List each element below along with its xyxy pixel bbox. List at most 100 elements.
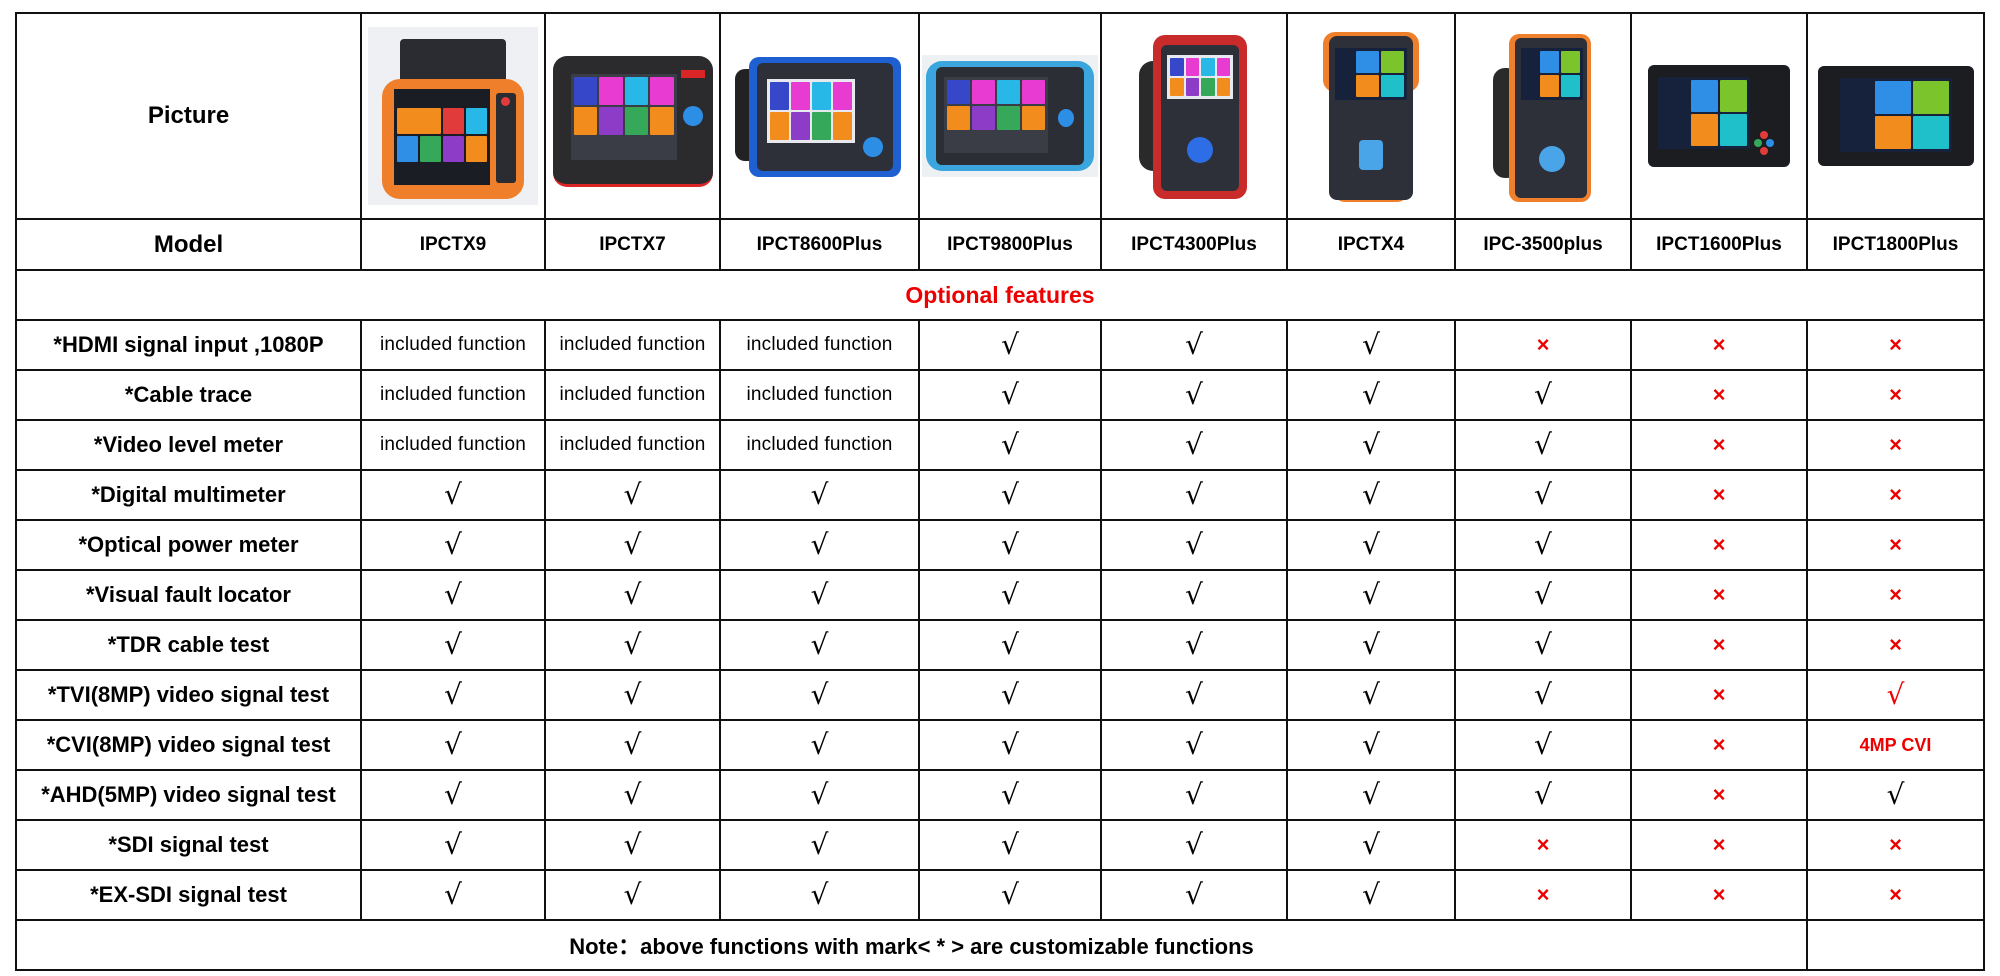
check-icon: √ [1362,428,1380,461]
feature-value-text: included function [379,334,526,355]
cross-icon: × [1712,532,1726,557]
unsupported-cell: × [1806,519,1985,571]
model-name: IPCT4300Plus [1100,218,1288,271]
supported-cell: √ [1100,519,1288,571]
supported-cell: √ [1100,869,1288,921]
picture-cell-ipctx4 [1286,12,1456,220]
supported-cell: √ [1454,419,1632,471]
check-icon: √ [623,478,642,511]
check-icon: √ [1185,628,1203,661]
feature-label: *Digital multimeter [15,469,362,521]
model-name: IPCTX9 [360,218,546,271]
picture-cell-ipct8600plus [719,12,920,220]
supported-cell: √ [1806,769,1985,821]
feature-row: *TDR cable test √ √ √ √ √ √ √ × × [15,619,1985,671]
supported-cell: √ [544,819,721,871]
supported-cell: √ [1286,769,1456,821]
unsupported-cell: × [1806,819,1985,871]
supported-cell: √ [1100,819,1288,871]
check-icon: √ [1001,478,1019,511]
feature-value-text: included function [379,384,526,405]
supported-cell: √ [918,819,1102,871]
check-icon: √ [444,528,462,561]
feature-label: *SDI signal test [15,819,362,871]
feature-label: *AHD(5MP) video signal test [15,769,362,821]
unsupported-cell: × [1630,519,1808,571]
check-icon: √ [810,878,829,911]
supported-cell: √ [918,569,1102,621]
check-icon: √ [1362,378,1380,411]
supported-cell: √ [918,419,1102,471]
supported-cell: √ [1100,769,1288,821]
check-icon: √ [1185,728,1203,761]
supported-cell: √ [544,769,721,821]
check-icon: √ [623,778,642,811]
device-ipctx9-image [368,27,538,205]
feature-label: *Cable trace [15,369,362,421]
check-icon: √ [444,828,462,861]
supported-cell: √ [1100,669,1288,721]
check-icon: √ [623,728,642,761]
supported-cell: √ [1454,369,1632,421]
check-icon: √ [1362,328,1380,361]
check-icon: √ [810,828,829,861]
supported-cell: √ [1100,569,1288,621]
text-cell: included function [544,419,721,471]
feature-value-text: 4MP CVI [1859,734,1932,755]
device-ipctx7-image [552,46,713,187]
picture-cell-ipc3500plus [1454,12,1632,220]
unsupported-cell: × [1630,869,1808,921]
check-icon: √ [1001,378,1019,411]
unsupported-cell: × [1454,319,1632,371]
feature-label: *HDMI signal input ,1080P [15,319,362,371]
supported-cell: √ [1454,769,1632,821]
supported-cell: √ [360,819,546,871]
supported-cell: √ [1286,569,1456,621]
model-name: IPCTX4 [1286,218,1456,271]
cross-icon: × [1889,582,1902,607]
unsupported-cell: × [1630,819,1808,871]
feature-row: *SDI signal test √ √ √ √ √ √ × × × [15,819,1985,871]
check-icon: √ [1534,728,1552,761]
check-icon: √ [623,678,642,711]
cross-icon: × [1536,882,1550,907]
device-ipc3500plus-image [1493,28,1593,204]
unsupported-cell: × [1806,419,1985,471]
device-ipct1800plus-image [1817,64,1974,168]
check-icon: √ [810,478,829,511]
supported-cell: √ [1286,869,1456,921]
check-icon: √ [1185,478,1203,511]
supported-cell: √ [1286,469,1456,521]
check-icon: √ [444,728,462,761]
supported-cell: √ [719,619,920,671]
check-icon: √ [1362,628,1380,661]
supported-cell: √ [719,669,920,721]
check-icon: √ [810,728,829,761]
device-ipctx4-image [1323,28,1419,204]
check-icon: √ [1534,578,1552,611]
check-icon: √ [1001,428,1019,461]
feature-label: *TVI(8MP) video signal test [15,669,362,721]
supported-cell: √ [719,869,920,921]
cross-icon: × [1889,832,1902,857]
check-icon: √ [444,478,462,511]
supported-cell: √ [719,769,920,821]
supported-cell: √ [1286,519,1456,571]
check-icon: √ [623,878,642,911]
picture-label: Picture [15,12,362,220]
check-icon: √ [623,828,642,861]
check-icon: √ [1362,678,1380,711]
device-ipct8600plus-image [734,51,905,181]
supported-cell: √ [1454,519,1632,571]
supported-cell: √ [1286,369,1456,421]
model-name: IPCT8600Plus [719,218,920,271]
cross-icon: × [1536,332,1550,357]
supported-cell: √ [360,669,546,721]
supported-cell: √ [360,869,546,921]
supported-cell: √ [360,619,546,671]
check-icon: √ [1534,678,1552,711]
check-icon: √ [1001,628,1019,661]
unsupported-cell: × [1806,369,1985,421]
model-name: IPCTX7 [544,218,721,271]
supported-cell: √ [544,869,721,921]
